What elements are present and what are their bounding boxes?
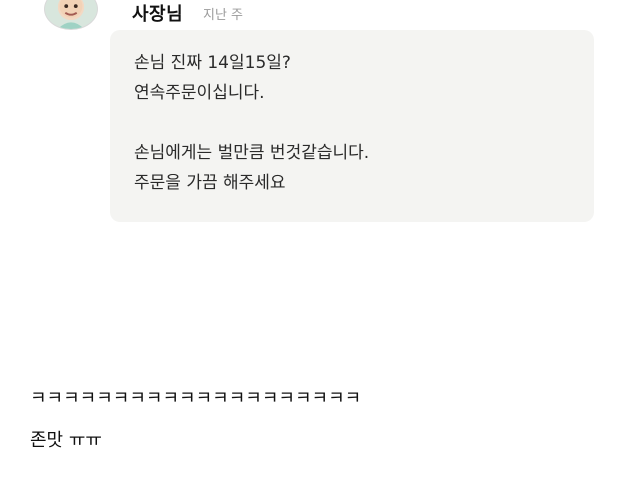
owner-avatar-icon[interactable] xyxy=(44,0,98,30)
reply-line: 손님 진짜 14일15일? xyxy=(134,53,291,73)
comment-line-2: 존맛 ㅠㅠ xyxy=(30,430,102,451)
reply-line: 주문을 가끔 해주세요 xyxy=(134,173,286,193)
reply-line: 손님에게는 벌만큼 번것같습니다. xyxy=(134,143,370,163)
reply-line: 연속주문이십니다. xyxy=(134,83,265,103)
reply-bubble: 손님 진짜 14일15일? 연속주문이십니다. 손님에게는 벌만큼 번것같습니다… xyxy=(110,30,594,222)
author-name: 사장님 xyxy=(132,4,184,25)
reply-spacer xyxy=(134,108,570,138)
page: 사장님 지난 주 손님 진짜 14일15일? 연속주문이십니다. 손님에게는 벌… xyxy=(0,0,640,480)
comment-line-1: ㅋㅋㅋㅋㅋㅋㅋㅋㅋㅋㅋㅋㅋㅋㅋㅋㅋㅋㅋㅋ xyxy=(30,388,362,409)
post-time: 지난 주 xyxy=(203,8,244,23)
owner-reply: 사장님 지난 주 손님 진짜 14일15일? 연속주문이십니다. 손님에게는 벌… xyxy=(0,0,640,240)
